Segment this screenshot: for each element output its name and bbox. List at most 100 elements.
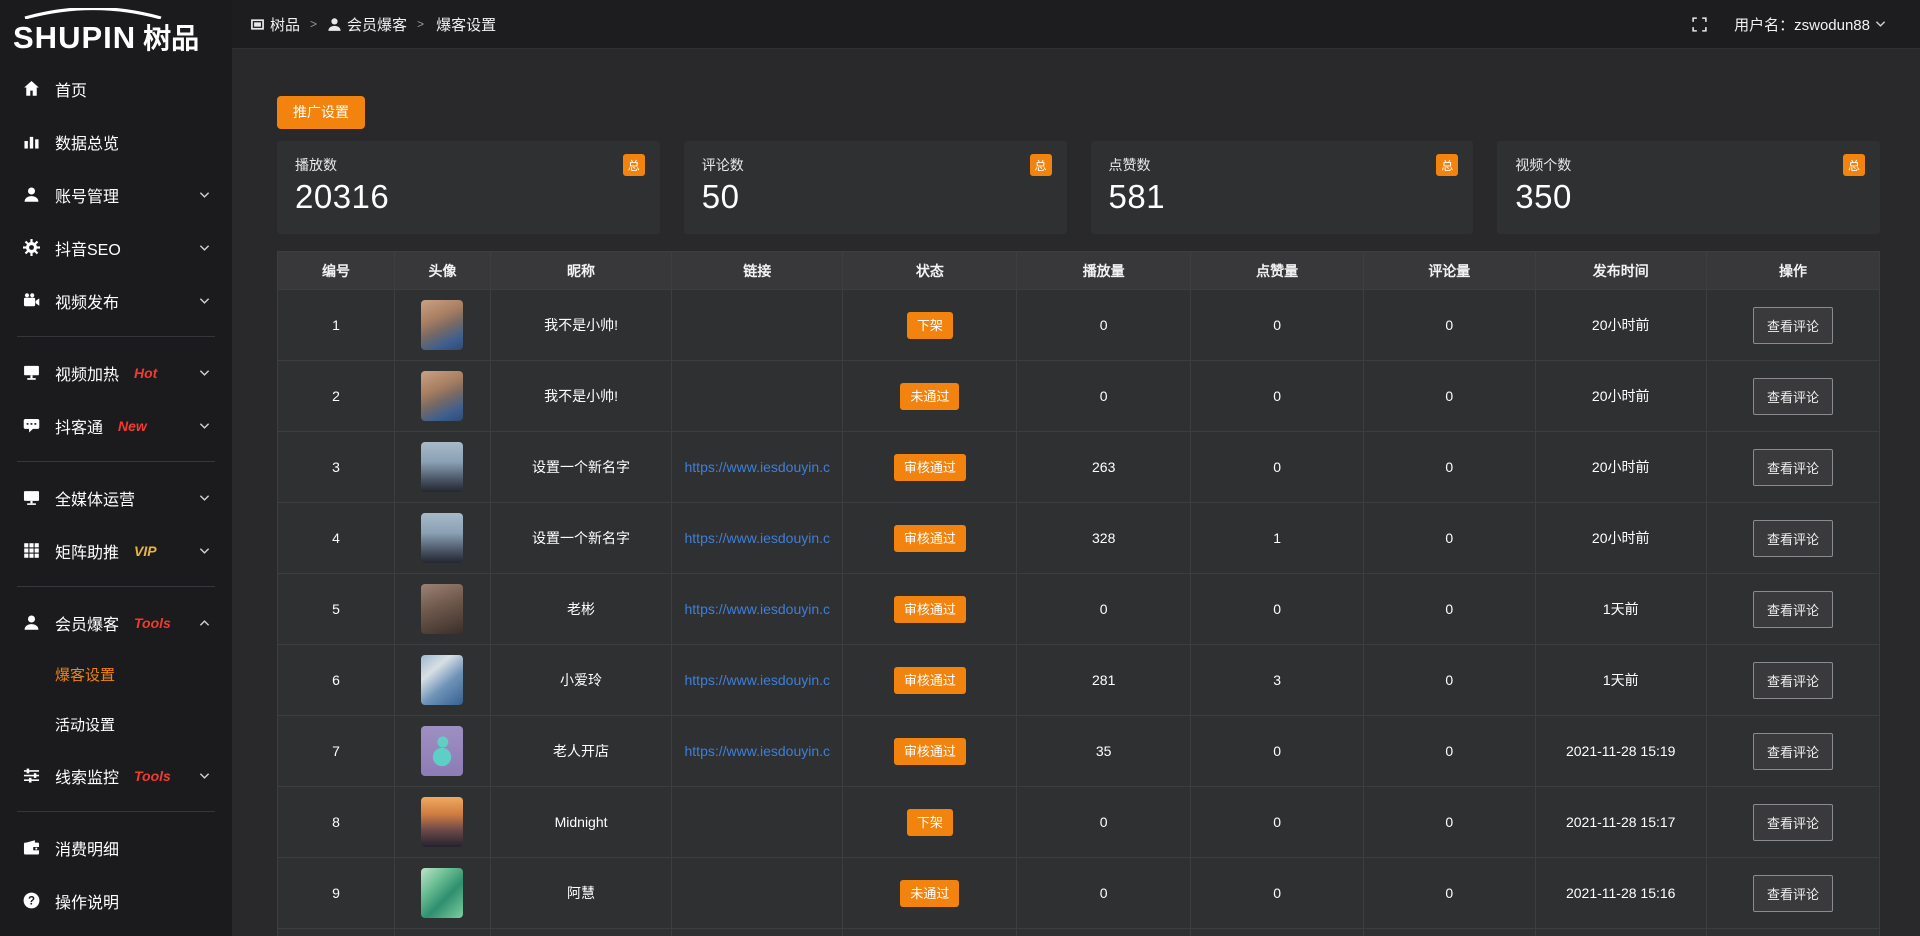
sidebar-item-douyin-seo[interactable]: 抖音SEO (0, 221, 232, 274)
chart-icon (23, 133, 40, 150)
view-comments-button[interactable]: 查看评论 (1753, 733, 1833, 770)
cell-comments: 0 (1364, 503, 1535, 574)
sidebar-item-video-heat[interactable]: 视频加热Hot (0, 346, 232, 399)
cell-likes: 0 (1191, 361, 1364, 432)
cell-plays: 0 (1017, 858, 1191, 929)
sidebar-item-label: 矩阵助推 (55, 539, 119, 563)
chevron-down-icon (199, 422, 210, 430)
sidebar-item-video-publish[interactable]: 视频发布 (0, 274, 232, 327)
table-row: 6小爱玲https://www.iesdouyin.c审核通过281301天前查… (278, 645, 1880, 716)
view-comments-button[interactable]: 查看评论 (1753, 875, 1833, 912)
sidebar-item-operation-help[interactable]: ?操作说明 (0, 874, 232, 927)
avatar[interactable] (421, 655, 463, 705)
cell-nickname (491, 929, 672, 936)
sidebar-divider (17, 811, 215, 812)
status-badge[interactable]: 审核通过 (894, 738, 966, 765)
sidebar-subitem-baoke-settings[interactable]: 爆客设置 (0, 649, 232, 699)
video-link[interactable]: https://www.iesdouyin.c (685, 672, 831, 688)
promo-settings-button[interactable]: 推广设置 (277, 96, 365, 129)
chevron-down-icon (199, 297, 210, 305)
table-row: 9阿慧未通过0002021-11-28 15:16查看评论 (278, 858, 1880, 929)
cell-id: 3 (278, 432, 395, 503)
page-content: 推广设置 播放数20316总评论数50总点赞数581总视频个数350总 编号头像… (232, 49, 1920, 936)
status-badge[interactable]: 未通过 (900, 880, 959, 907)
grid-icon (23, 542, 40, 559)
status-badge[interactable]: 下架 (907, 809, 953, 836)
status-badge[interactable]: 审核通过 (894, 667, 966, 694)
status-badge[interactable]: 审核通过 (894, 525, 966, 552)
sidebar-item-tag: VIP (134, 543, 157, 559)
cell-id: 7 (278, 716, 395, 787)
cell-action: 查看评论 (1706, 787, 1879, 858)
view-comments-button[interactable]: 查看评论 (1753, 591, 1833, 628)
sidebar-item-tag: New (118, 418, 147, 434)
sidebar-item-consume-detail[interactable]: 消费明细 (0, 821, 232, 874)
cell-link: https://www.iesdouyin.c (672, 503, 843, 574)
brand-logo[interactable]: SHUPIN 树品 (0, 0, 232, 56)
cell-status: 审核通过 (843, 503, 1017, 574)
view-comments-button[interactable]: 查看评论 (1753, 449, 1833, 486)
video-link[interactable]: https://www.iesdouyin.c (685, 601, 831, 617)
breadcrumb-item[interactable]: 树品 (250, 14, 300, 35)
avatar[interactable] (421, 442, 463, 492)
chevron-down-icon (199, 494, 210, 502)
column-header: 头像 (394, 252, 490, 290)
sidebar-subitem-activity-settings[interactable]: 活动设置 (0, 699, 232, 749)
video-link[interactable]: https://www.iesdouyin.c (685, 743, 831, 759)
status-badge[interactable]: 审核通过 (894, 454, 966, 481)
sidebar-item-member-baoke[interactable]: 会员爆客Tools (0, 596, 232, 649)
cell-comments: 0 (1364, 574, 1535, 645)
cell-plays: 281 (1017, 645, 1191, 716)
avatar[interactable] (421, 300, 463, 350)
cell-link (672, 290, 843, 361)
avatar[interactable] (421, 513, 463, 563)
status-badge[interactable]: 未通过 (900, 383, 959, 410)
cell-comments: 0 (1364, 858, 1535, 929)
total-badge: 总 (1436, 154, 1458, 176)
column-header: 发布时间 (1535, 252, 1706, 290)
view-comments-button[interactable]: 查看评论 (1753, 520, 1833, 557)
cell-avatar (394, 645, 490, 716)
sidebar-item-account-manage[interactable]: 账号管理 (0, 168, 232, 221)
video-link[interactable]: https://www.iesdouyin.c (685, 530, 831, 546)
status-badge[interactable]: 下架 (907, 312, 953, 339)
sidebar-item-douketong[interactable]: 抖客通New (0, 399, 232, 452)
user-icon (23, 186, 40, 203)
view-comments-button[interactable]: 查看评论 (1753, 378, 1833, 415)
cell-plays: 0 (1017, 290, 1191, 361)
video-link[interactable]: https://www.iesdouyin.c (685, 459, 831, 475)
view-comments-button[interactable]: 查看评论 (1753, 307, 1833, 344)
fullscreen-icon[interactable] (1691, 16, 1708, 33)
cell-nickname: Midnight (491, 787, 672, 858)
stat-card: 点赞数581总 (1091, 141, 1474, 234)
avatar[interactable] (421, 371, 463, 421)
cell-nickname: 小爱玲 (491, 645, 672, 716)
cell-avatar (394, 503, 490, 574)
sidebar-item-label: 会员爆客 (55, 611, 119, 635)
cell-likes: 1 (1191, 503, 1364, 574)
avatar[interactable] (421, 868, 463, 918)
cell-time (1535, 929, 1706, 936)
sidebar-item-data-overview[interactable]: 数据总览 (0, 115, 232, 168)
avatar[interactable] (421, 797, 463, 847)
avatar[interactable] (421, 726, 463, 776)
chevron-down-icon (199, 369, 210, 377)
status-badge[interactable]: 审核通过 (894, 596, 966, 623)
view-comments-button[interactable]: 查看评论 (1753, 804, 1833, 841)
view-comments-button[interactable]: 查看评论 (1753, 662, 1833, 699)
sidebar-item-matrix-boost[interactable]: 矩阵助推 VIP (0, 524, 232, 577)
cell-plays: 0 (1017, 787, 1191, 858)
breadcrumb-item[interactable]: 爆客设置 (436, 14, 496, 35)
column-header: 昵称 (491, 252, 672, 290)
table-row: 4设置一个新名字https://www.iesdouyin.c审核通过32810… (278, 503, 1880, 574)
sidebar-item-home[interactable]: 首页 (0, 62, 232, 115)
avatar[interactable] (421, 584, 463, 634)
chevron-down-icon (199, 547, 210, 555)
user-menu[interactable]: 用户名：zswodun88 (1734, 14, 1886, 35)
heat-icon (23, 364, 40, 381)
sidebar-item-media-operation[interactable]: 全媒体运营 (0, 471, 232, 524)
sidebar-item-clue-monitor[interactable]: 线索监控Tools (0, 749, 232, 802)
breadcrumb-item[interactable]: 会员爆客 (327, 14, 407, 35)
home-icon (23, 80, 40, 97)
cell-nickname: 设置一个新名字 (491, 503, 672, 574)
